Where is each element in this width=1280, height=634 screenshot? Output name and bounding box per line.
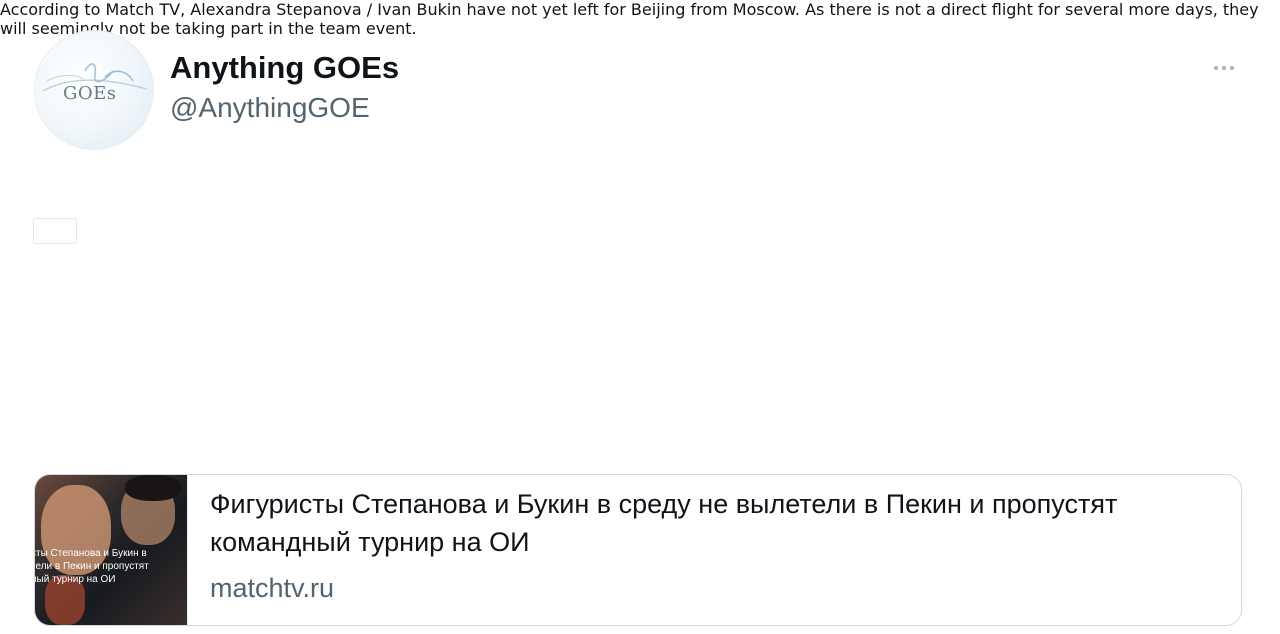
author-name[interactable]: Anything GOEs (170, 50, 399, 86)
link-preview-card[interactable]: сты Степанова и Букин в тели в Пекин и п… (34, 474, 1242, 626)
avatar-logo-text: GOEs (63, 83, 117, 104)
tweet-text: According to Match TV, Alexandra Stepano… (0, 0, 1259, 38)
thumbnail-caption: сты Степанова и Букин в тели в Пекин и п… (35, 547, 187, 586)
card-thumbnail: сты Степанова и Букин в тели в Пекин и п… (35, 475, 187, 625)
more-options-button[interactable] (1204, 56, 1244, 80)
more-horizontal-icon (1230, 66, 1234, 70)
tweet-text-block (34, 200, 1249, 259)
thumbnail-caption-line: тели в Пекин и пропустят (35, 561, 149, 572)
thumbnail-caption-line: сты Степанова и Букин в (35, 548, 147, 559)
card-body: Фигуристы Степанова и Букин в среду не в… (187, 475, 1241, 625)
thumbnail-caption-line: ный турнир на ОИ (35, 574, 116, 585)
avatar[interactable]: GOEs (34, 30, 154, 150)
card-title[interactable]: Фигуристы Степанова и Букин в среду не в… (210, 485, 1220, 561)
more-horizontal-icon (1222, 66, 1226, 70)
author-handle[interactable]: @AnythingGOE (170, 92, 370, 124)
russia-flag-icon (34, 219, 76, 243)
card-domain: matchtv.ru (210, 573, 335, 603)
more-horizontal-icon (1214, 66, 1218, 70)
